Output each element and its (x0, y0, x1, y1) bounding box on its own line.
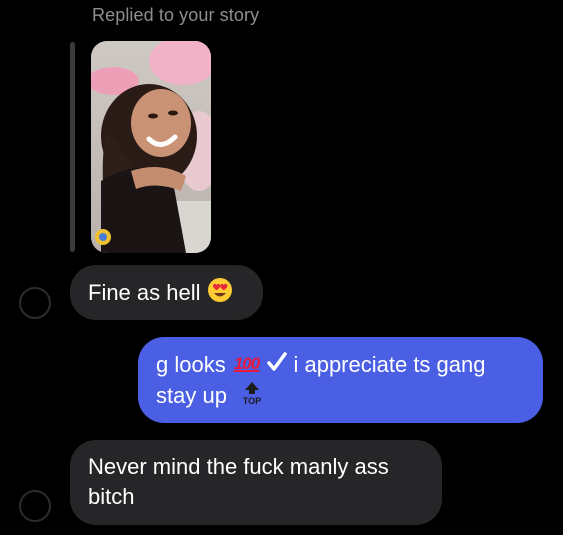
message-bubble-sent[interactable]: g looks 100 i appreciate ts gang stay up… (138, 337, 543, 423)
chat-screen: Replied to your story Fine as hell g loo… (0, 0, 563, 535)
top-label: TOP (243, 396, 261, 405)
top-arrow-icon: TOP (237, 381, 267, 413)
message-text-part: i appreciate ts gang (293, 352, 486, 377)
replied-to-story-label: Replied to your story (92, 5, 260, 25)
message-bubble-received[interactable]: Fine as hell (70, 265, 263, 320)
sender-avatar[interactable] (19, 287, 51, 319)
heart-eyes-emoji-icon (207, 277, 233, 311)
story-photo (91, 41, 211, 253)
story-thumbnail[interactable] (91, 41, 211, 253)
sender-avatar[interactable] (19, 490, 51, 522)
message-text: Never mind the fuck manly ass bitch (88, 454, 389, 509)
message-text: Fine as hell (88, 279, 201, 305)
message-text-part: g looks (156, 352, 226, 377)
message-line-1: g looks 100 i appreciate ts gang (156, 349, 525, 381)
hundred-points-emoji-icon: 100 (233, 354, 260, 373)
message-line-2: stay up TOP (156, 381, 525, 413)
reply-quote-bar (70, 42, 75, 252)
message-bubble-received[interactable]: Never mind the fuck manly ass bitch (70, 440, 442, 525)
message-text-part: stay up (156, 383, 227, 409)
check-mark-icon (267, 351, 288, 381)
